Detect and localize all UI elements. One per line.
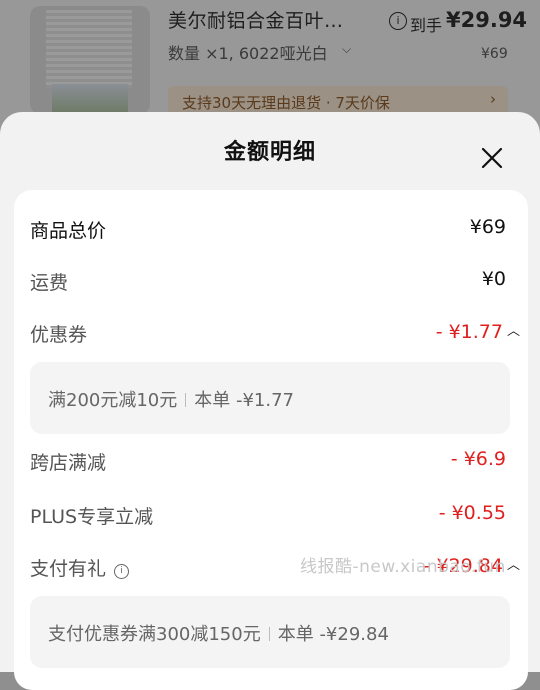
plus-discount-row: PLUS专享立减 - ¥0.55 bbox=[30, 502, 506, 532]
chevron-up-icon[interactable]: ︿ bbox=[507, 320, 520, 339]
product-title[interactable]: 美尔耐铝合金百叶… bbox=[168, 6, 344, 33]
shipping-row: 运费 ¥0 bbox=[30, 268, 506, 298]
blind-image bbox=[46, 10, 132, 88]
chevron-right-icon: › bbox=[490, 90, 496, 108]
original-price: ¥69 bbox=[481, 46, 508, 62]
total-price-row: 商品总价 ¥69 bbox=[30, 216, 506, 246]
product-thumbnail[interactable] bbox=[30, 6, 150, 114]
pay-gift-applied: 本单 -¥29.84 bbox=[277, 624, 389, 645]
chevron-up-icon[interactable]: ︿ bbox=[507, 554, 520, 573]
coupon-label: 优惠券 bbox=[30, 324, 88, 346]
info-icon[interactable]: i bbox=[389, 12, 407, 30]
cross-store-row: 跨店满减 - ¥6.9 bbox=[30, 448, 506, 478]
final-price: ¥29.94 bbox=[446, 8, 528, 32]
chevron-down-icon[interactable]: ⌵ bbox=[342, 42, 351, 57]
coupon-rule: 满200元减10元 bbox=[48, 390, 178, 411]
total-price-value: ¥69 bbox=[469, 216, 506, 238]
pay-gift-rule: 支付优惠券满300减150元 bbox=[48, 624, 261, 645]
pay-gift-label: 支付有礼 bbox=[30, 558, 107, 580]
cross-store-label: 跨店满减 bbox=[30, 452, 107, 474]
shipping-value: ¥0 bbox=[481, 268, 506, 290]
price-breakdown-card: 商品总价 ¥69 运费 ¥0 优惠券 - ¥1.77 ︿ 满200元减10元 本单 … bbox=[14, 190, 528, 690]
quantity-spec[interactable]: 数量 ×1, 6022哑光白 bbox=[168, 40, 328, 64]
shipping-label: 运费 bbox=[30, 272, 69, 294]
pay-gift-label-wrap: 支付有礼 i bbox=[30, 554, 130, 581]
cross-store-value: - ¥6.9 bbox=[450, 448, 506, 470]
price-detail-sheet: 金额明细 商品总价 ¥69 运费 ¥0 优惠券 - ¥1.77 ︿ 满200元减1… bbox=[0, 112, 540, 690]
pay-gift-detail-box: 支付优惠券满300减150元 本单 -¥29.84 bbox=[30, 596, 510, 668]
sheet-title: 金额明细 bbox=[223, 140, 316, 165]
coupon-value: - ¥1.77 bbox=[435, 321, 503, 343]
plus-discount-value: - ¥0.55 bbox=[438, 502, 506, 524]
plus-discount-label: PLUS专享立减 bbox=[30, 506, 154, 528]
service-promo-text: 支持30天无理由退货 · 7天价保 bbox=[182, 94, 390, 112]
window-view-image bbox=[52, 84, 128, 114]
total-price-label: 商品总价 bbox=[30, 220, 107, 242]
final-price-label: 到手 bbox=[410, 16, 443, 35]
coupon-value-wrap: - ¥1.77 ︿ bbox=[436, 320, 520, 343]
divider bbox=[185, 393, 187, 407]
coupon-row[interactable]: 优惠券 - ¥1.77 ︿ bbox=[30, 320, 520, 350]
coupon-applied: 本单 -¥1.77 bbox=[194, 390, 295, 411]
coupon-detail-box: 满200元减10元 本单 -¥1.77 bbox=[30, 362, 510, 434]
watermark: 线报酷-new.xianbao.fun bbox=[300, 557, 506, 577]
order-item-header: 美尔耐铝合金百叶… i 到手 ¥29.94 数量 ×1, 6022哑光白 ⌵ ¥… bbox=[0, 0, 540, 130]
divider bbox=[268, 627, 270, 641]
info-icon[interactable]: i bbox=[114, 564, 130, 579]
close-icon[interactable] bbox=[480, 146, 504, 170]
